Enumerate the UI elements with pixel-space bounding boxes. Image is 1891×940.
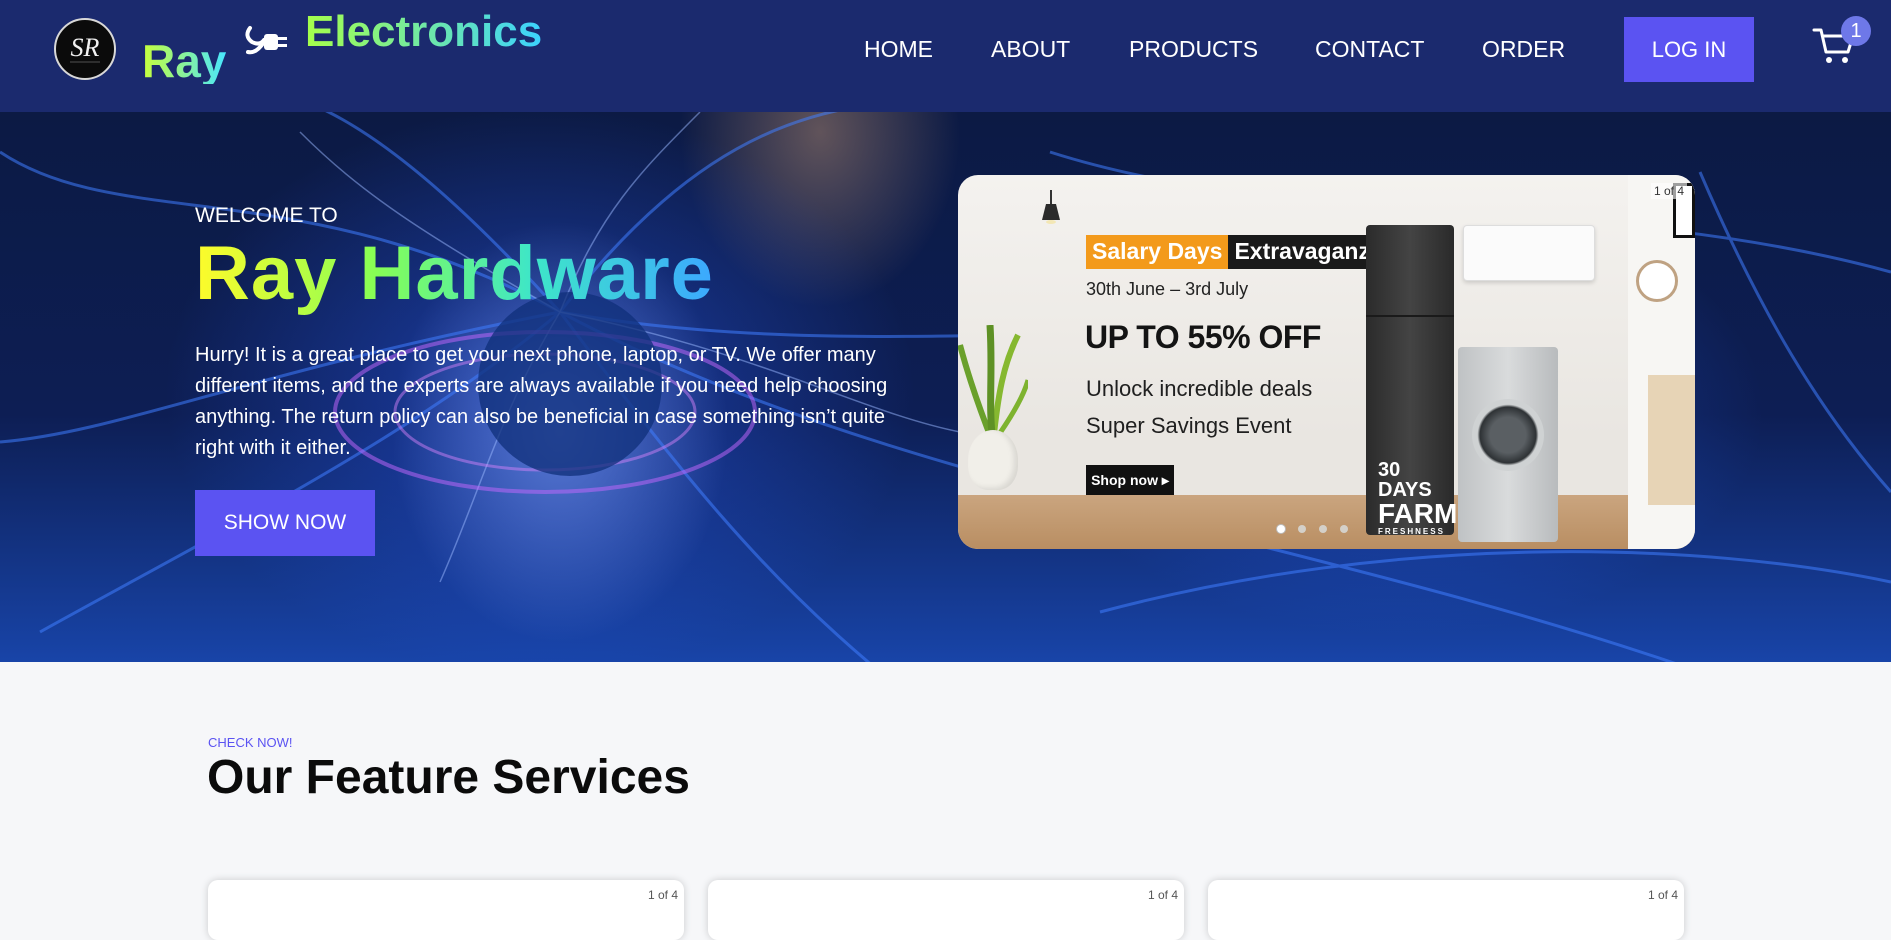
shelf	[1648, 375, 1695, 505]
plug-icon	[245, 26, 287, 55]
hero-description: Hurry! It is a great place to get your n…	[195, 344, 888, 459]
nav-about[interactable]: ABOUT	[991, 34, 1070, 64]
services-title: Our Feature Services	[207, 751, 690, 804]
brand-electronics-text[interactable]: Electronics	[305, 10, 542, 54]
service-card-counter: 1 of 4	[647, 888, 678, 902]
air-conditioner-image	[1463, 225, 1595, 281]
promo-tag-left: Salary Days	[1086, 235, 1229, 269]
fridge-caption: 30 DAYS FARM FRESHNESS	[1378, 460, 1457, 536]
carousel-dot-2[interactable]	[1298, 525, 1306, 533]
promo-line-1: Unlock incredible deals	[1086, 376, 1313, 401]
cart-count-badge: 1	[1841, 16, 1871, 46]
carousel-dot-4[interactable]	[1340, 525, 1348, 533]
fridge-image: 30 DAYS FARM FRESHNESS	[1366, 225, 1457, 536]
service-card-counter: 1 of 4	[1647, 888, 1678, 902]
hero-welcome-text: WELCOME TO	[195, 204, 338, 227]
banner-floor	[958, 495, 1695, 549]
fridge-caption-line-3: FRESHNESS	[1378, 527, 1445, 536]
hero-title: Ray Hardware	[195, 231, 714, 316]
washing-machine-image	[1458, 347, 1558, 542]
brand-ray-text[interactable]: Ray	[142, 38, 226, 84]
clock-icon	[1636, 260, 1678, 302]
fridge-caption-line-1: 30 DAYS	[1378, 459, 1432, 501]
service-card-1[interactable]: 1 of 4	[208, 880, 684, 940]
nav-order[interactable]: ORDER	[1482, 34, 1565, 64]
promo-offer: UP TO 55% OFF	[1085, 319, 1321, 355]
service-card-3[interactable]: 1 of 4	[1208, 880, 1684, 940]
promo-tag: Salary Days Extravaganza	[1086, 235, 1389, 269]
promo-tag-right: Extravaganza	[1228, 235, 1389, 269]
plant-pot	[968, 430, 1018, 490]
fridge-caption-line-2: FARM	[1378, 498, 1458, 529]
logo-mark-icon: SR	[70, 33, 100, 63]
top-navbar: SR Ray Electronics HOME ABOUT PRODUCTS C…	[0, 0, 1891, 112]
svg-text:SR: SR	[71, 33, 100, 62]
show-now-button[interactable]: SHOW NOW	[195, 490, 375, 556]
service-card-counter: 1 of 4	[1147, 888, 1178, 902]
login-button[interactable]: LOG IN	[1624, 17, 1754, 82]
promo-line-2: Super Savings Event	[1086, 413, 1292, 438]
service-card-2[interactable]: 1 of 4	[708, 880, 1184, 940]
carousel-dot-1[interactable]	[1277, 525, 1285, 533]
lamp-icon	[1042, 190, 1060, 224]
nav-products[interactable]: PRODUCTS	[1129, 34, 1258, 64]
hero-section: WELCOME TO Ray Hardware Hurry! It is a g…	[0, 112, 1891, 662]
carousel-dot-3[interactable]	[1319, 525, 1327, 533]
promo-carousel[interactable]: Salary Days Extravaganza 30th June – 3rd…	[958, 175, 1695, 549]
slide-counter: 1 of 4	[1650, 183, 1687, 199]
plant-icon	[958, 325, 1028, 445]
services-kicker: CHECK NOW!	[208, 735, 293, 750]
logo-badge[interactable]: SR	[54, 18, 116, 80]
carousel-dots	[1277, 525, 1348, 533]
nav-home[interactable]: HOME	[864, 34, 933, 64]
nav-contact[interactable]: CONTACT	[1315, 34, 1424, 64]
promo-dates: 30th June – 3rd July	[1086, 279, 1249, 299]
shop-now-button[interactable]: Shop now ▸	[1086, 465, 1174, 495]
